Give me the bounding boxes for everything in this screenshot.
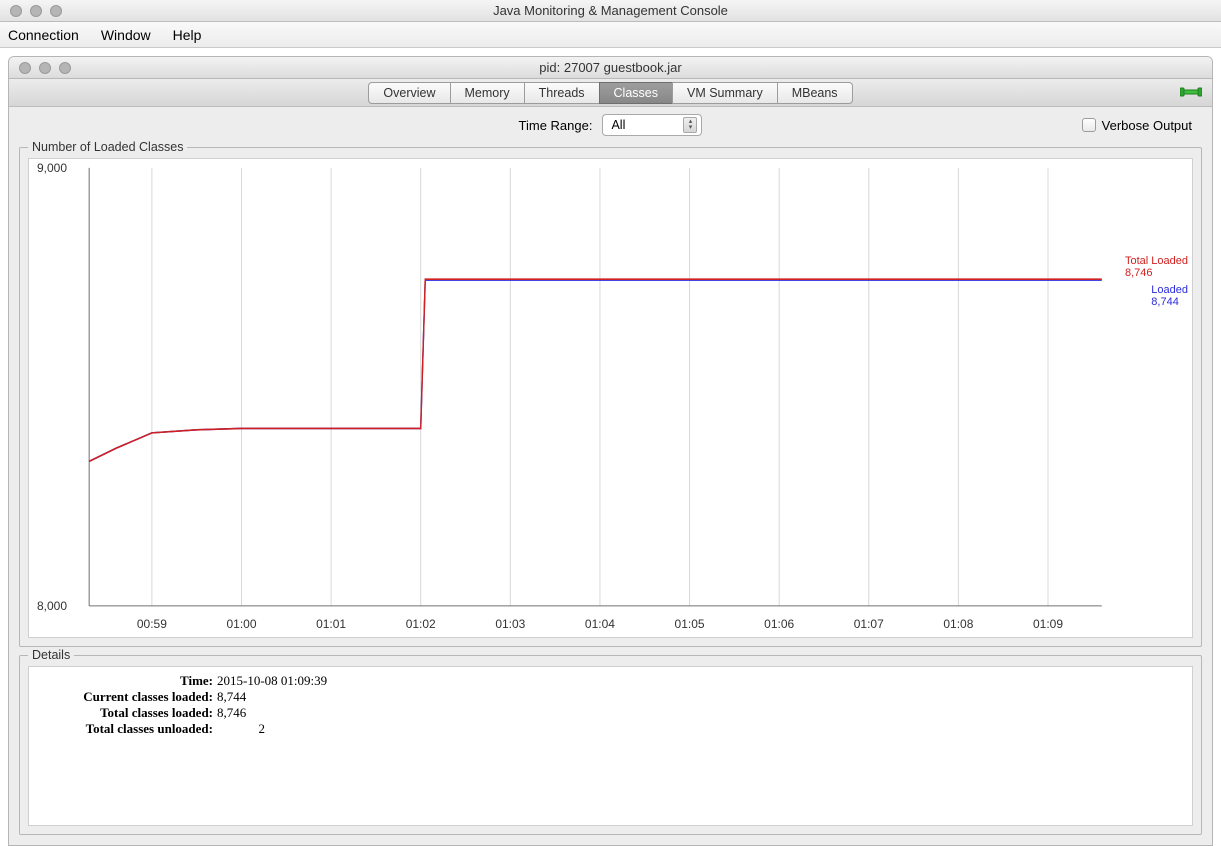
x-tick-label: 01:01: [316, 617, 346, 631]
chevron-up-down-icon: ▴▾: [683, 117, 697, 133]
x-tick-label: 00:59: [137, 617, 167, 631]
detail-time: Time: 2015-10-08 01:09:39: [37, 673, 1184, 689]
tab-strip: Overview Memory Threads Classes VM Summa…: [368, 82, 852, 104]
detail-total-unloaded-label: Total classes unloaded:: [37, 721, 217, 737]
x-tick-label: 01:05: [675, 617, 705, 631]
legend-loaded-value: 8,744: [1151, 296, 1179, 308]
x-tick-label: 01:00: [226, 617, 256, 631]
detail-current-loaded-label: Current classes loaded:: [37, 689, 217, 705]
tab-threads[interactable]: Threads: [524, 82, 600, 104]
y-tick-label: 8,000: [37, 599, 67, 613]
verbose-output-wrap: Verbose Output: [1082, 118, 1192, 133]
legend-total-loaded-name: Total Loaded: [1125, 255, 1188, 267]
chart-area: 8,000 9,000 00:59 01:00 01:01 01:02 01:03 01:04…: [28, 158, 1193, 638]
tab-vm-summary[interactable]: VM Summary: [672, 82, 778, 104]
tabs-row: Overview Memory Threads Classes VM Summa…: [9, 79, 1212, 107]
detail-time-value: 2015-10-08 01:09:39: [217, 673, 327, 689]
inner-window: pid: 27007 guestbook.jar Overview Memory…: [8, 56, 1213, 846]
x-tick-label: 01:06: [764, 617, 794, 631]
details-body: Time: 2015-10-08 01:09:39 Current classe…: [28, 666, 1193, 826]
options-row: Time Range: All ▴▾ Verbose Output: [9, 107, 1212, 143]
verbose-output-label: Verbose Output: [1102, 118, 1192, 133]
y-tick-label: 9,000: [37, 161, 67, 175]
chart-fieldset: Number of Loaded Classes 8,0009,00000:59…: [19, 147, 1202, 647]
app-title: Java Monitoring & Management Console: [0, 3, 1221, 18]
inner-titlebar: pid: 27007 guestbook.jar: [9, 57, 1212, 79]
time-range-label: Time Range:: [519, 118, 593, 133]
menu-help[interactable]: Help: [173, 27, 202, 43]
time-range-select[interactable]: All ▴▾: [602, 114, 702, 136]
x-tick-label: 01:09: [1033, 617, 1063, 631]
app-titlebar: Java Monitoring & Management Console: [0, 0, 1221, 22]
connection-status-icon: [1180, 83, 1202, 101]
detail-total-unloaded: Total classes unloaded: 2: [37, 721, 1184, 737]
chart-title: Number of Loaded Classes: [28, 140, 187, 154]
detail-current-loaded-value: 8,744: [217, 689, 257, 705]
detail-total-loaded: Total classes loaded: 8,746: [37, 705, 1184, 721]
detail-total-unloaded-value: 2: [217, 721, 265, 737]
details-fieldset: Details Time: 2015-10-08 01:09:39 Curren…: [19, 655, 1202, 835]
detail-total-loaded-label: Total classes loaded:: [37, 705, 217, 721]
x-tick-label: 01:04: [585, 617, 615, 631]
detail-total-loaded-value: 8,746: [217, 705, 257, 721]
tab-overview[interactable]: Overview: [368, 82, 450, 104]
content-area: Number of Loaded Classes 8,000 9,000 00:59…: [9, 143, 1212, 845]
tab-memory[interactable]: Memory: [450, 82, 525, 104]
details-title: Details: [28, 648, 74, 662]
detail-current-loaded: Current classes loaded: 8,744: [37, 689, 1184, 705]
menu-connection[interactable]: Connection: [8, 27, 79, 43]
legend-loaded: Loaded8,744: [1151, 284, 1188, 308]
detail-time-label: Time:: [37, 673, 217, 689]
time-range-value: All: [611, 118, 625, 132]
verbose-output-checkbox[interactable]: [1082, 118, 1096, 132]
chart-svg: [29, 159, 1192, 637]
x-tick-label: 01:08: [943, 617, 973, 631]
tab-classes[interactable]: Classes: [599, 82, 673, 104]
menubar: Connection Window Help: [0, 22, 1221, 48]
legend-total-loaded: Total Loaded8,746: [1125, 255, 1188, 279]
tab-mbeans[interactable]: MBeans: [777, 82, 853, 104]
menu-window[interactable]: Window: [101, 27, 151, 43]
x-tick-label: 01:02: [406, 617, 436, 631]
legend-total-loaded-value: 8,746: [1125, 267, 1153, 279]
inner-window-title: pid: 27007 guestbook.jar: [9, 60, 1212, 75]
x-tick-label: 01:03: [495, 617, 525, 631]
x-tick-label: 01:07: [854, 617, 884, 631]
legend-loaded-name: Loaded: [1151, 284, 1188, 296]
